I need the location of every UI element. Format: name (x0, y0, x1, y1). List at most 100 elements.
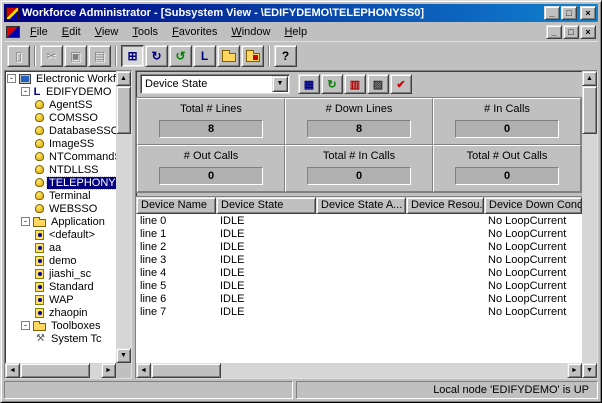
tree-item-jiashi-sc[interactable]: jiashi_sc (5, 267, 116, 280)
scrollbar-thumb[interactable] (151, 363, 221, 378)
toolbox-button[interactable] (217, 45, 240, 67)
tree-item-zhaopin[interactable]: zhaopin (5, 306, 116, 319)
stat-value: 0 (307, 167, 411, 185)
tree-item-websso[interactable]: WEBSSO (5, 202, 116, 215)
tree-item-aa[interactable]: aa (5, 241, 116, 254)
tree-item-label: AgentSS (47, 99, 94, 111)
tree-horizontal-scrollbar[interactable]: ◄ ► (5, 363, 116, 378)
scrollbar-thumb[interactable] (20, 363, 90, 378)
mdi-restore-button[interactable]: □ (563, 25, 579, 39)
tree-item-comsso[interactable]: COMSSO (5, 111, 116, 124)
menu-item-help[interactable]: Help (277, 24, 314, 40)
tree-item-label: Standard (47, 281, 96, 293)
menu-item-tools[interactable]: Tools (125, 24, 165, 40)
tree-item-agentss[interactable]: AgentSS (5, 98, 116, 111)
tree-expander-icon[interactable]: - (21, 321, 30, 330)
table-row[interactable]: line 7IDLENo LoopCurrent (136, 305, 582, 318)
menu-item-edit[interactable]: Edit (55, 24, 88, 40)
app-icon (35, 230, 44, 240)
device-table: Device NameDevice StateDevice State A...… (136, 196, 582, 363)
stat-label: # Down Lines (286, 103, 432, 115)
column-header-device-down-condition[interactable]: Device Down Condition (484, 197, 582, 214)
maximize-button[interactable]: □ (561, 6, 577, 20)
column-header-device-state[interactable]: Device State (216, 197, 316, 214)
tree-item-label: COMSSO (47, 112, 100, 124)
tree-item-label: NTDLLSS (47, 164, 101, 176)
scroll-right-icon[interactable]: ► (567, 363, 582, 378)
tree-item-databasesso[interactable]: DatabaseSSO (5, 124, 116, 137)
tree-item-label: Application (49, 216, 107, 228)
table-row[interactable]: line 1IDLENo LoopCurrent (136, 227, 582, 240)
view-vertical-scrollbar[interactable]: ▲ ▼ (582, 71, 597, 378)
scroll-down-icon[interactable]: ▼ (582, 363, 597, 378)
mdi-close-button[interactable]: × (580, 25, 596, 39)
table-row[interactable]: line 3IDLENo LoopCurrent (136, 253, 582, 266)
tree-item-ntdllss[interactable]: NTDLLSS (5, 163, 116, 176)
combo-dropdown-icon[interactable]: ▼ (272, 76, 288, 92)
column-header-device-name[interactable]: Device Name (136, 197, 216, 214)
tree-item-ntcommandss[interactable]: NTCommandSS (5, 150, 116, 163)
help-button[interactable]: ? (274, 45, 297, 67)
tree-item-imagess[interactable]: ImageSS (5, 137, 116, 150)
view-selector-combobox[interactable]: Device State ▼ (140, 74, 290, 94)
chart-button[interactable]: ▥ (344, 74, 366, 94)
table-horizontal-scrollbar[interactable]: ◄ ► (136, 363, 582, 378)
tree-item-electronic-workfor[interactable]: -Electronic Workfor (5, 72, 116, 85)
copy-icon: ▣ (70, 50, 81, 62)
refresh-all-button[interactable]: ↺ (169, 45, 192, 67)
subsystem-view-button[interactable]: ⊞ (121, 45, 144, 67)
tree-item-standard[interactable]: Standard (5, 280, 116, 293)
menu-item-favorites[interactable]: Favorites (165, 24, 224, 40)
tree-item-wap[interactable]: WAP (5, 293, 116, 306)
tree-expander-icon[interactable]: - (7, 74, 16, 83)
scroll-up-icon[interactable]: ▲ (116, 71, 131, 86)
menu-item-file[interactable]: File (23, 24, 55, 40)
scrollbar-thumb[interactable] (582, 86, 597, 134)
scrollbar-thumb[interactable] (116, 86, 131, 134)
scroll-left-icon[interactable]: ◄ (136, 363, 151, 378)
table-row[interactable]: line 2IDLENo LoopCurrent (136, 240, 582, 253)
column-header-device-state-a[interactable]: Device State A... (316, 197, 406, 214)
tree-item-system-tc[interactable]: ⚒System Tc (5, 332, 116, 345)
folder-icon (33, 219, 46, 227)
import-folder-button[interactable] (241, 45, 264, 67)
mdi-minimize-button[interactable]: _ (546, 25, 562, 39)
scroll-left-icon[interactable]: ◄ (5, 363, 20, 378)
table-row[interactable]: line 4IDLENo LoopCurrent (136, 266, 582, 279)
tree-item-demo[interactable]: demo (5, 254, 116, 267)
tree-item-default[interactable]: <default> (5, 228, 116, 241)
scroll-up-icon[interactable]: ▲ (582, 71, 597, 86)
stats-grid: Total # Lines8# Down Lines8# In Calls0# … (136, 97, 582, 193)
app-icon (35, 282, 44, 292)
tree-item-label: NTCommandSS (47, 151, 116, 163)
print-button[interactable]: ▨ (367, 74, 389, 94)
refresh-view-button[interactable]: ↻ (321, 74, 343, 94)
table-row[interactable]: line 0IDLENo LoopCurrent (136, 214, 582, 227)
validate-button[interactable]: ✔ (390, 74, 412, 94)
minimize-button[interactable]: _ (544, 6, 560, 20)
refresh-button[interactable]: ↻ (145, 45, 168, 67)
line-monitor-button[interactable]: L (193, 45, 216, 67)
scroll-right-icon[interactable]: ► (101, 363, 116, 378)
tree-item-terminal[interactable]: Terminal (5, 189, 116, 202)
tree-vertical-scrollbar[interactable]: ▲ ▼ (116, 71, 131, 363)
menu-item-view[interactable]: View (88, 24, 126, 40)
tree-item-toolboxes[interactable]: -Toolboxes (5, 319, 116, 332)
table-row[interactable]: line 5IDLENo LoopCurrent (136, 279, 582, 292)
tree-expander-icon[interactable]: - (21, 217, 30, 226)
scroll-down-icon[interactable]: ▼ (116, 348, 131, 363)
app-icon (35, 269, 44, 279)
close-button[interactable]: × (580, 6, 596, 20)
toolbar-separator (268, 46, 270, 66)
table-row[interactable]: line 6IDLENo LoopCurrent (136, 292, 582, 305)
status-message: Local node 'EDIFYDEMO' is UP (296, 381, 598, 399)
tree-item-telephonyss0[interactable]: TELEPHONYSS0 (5, 176, 116, 189)
tree-item-edifydemo[interactable]: -LEDIFYDEMO (5, 85, 116, 98)
column-header-device-resou[interactable]: Device Resou... (406, 197, 484, 214)
mdi-document-icon[interactable] (6, 26, 20, 38)
bell-icon (35, 113, 44, 122)
device-grid-button[interactable]: ▦ (298, 74, 320, 94)
menu-item-window[interactable]: Window (224, 24, 277, 40)
tree-expander-icon[interactable]: - (21, 87, 30, 96)
tree-item-application[interactable]: - Application (5, 215, 116, 228)
